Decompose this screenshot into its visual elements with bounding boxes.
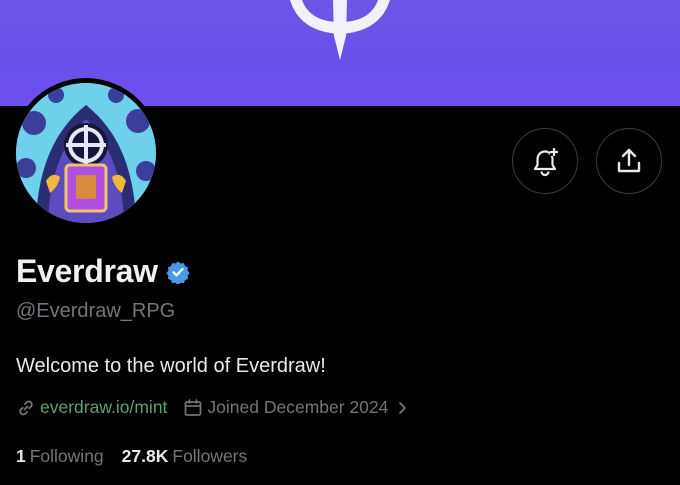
- followers-count: 27.8K: [121, 446, 169, 466]
- website-link[interactable]: everdraw.io/mint: [40, 397, 167, 418]
- profile-handle: @Everdraw_RPG: [16, 300, 176, 322]
- following-count: 1: [16, 446, 26, 466]
- share-button[interactable]: [596, 128, 662, 194]
- followers-link[interactable]: 27.8K Followers: [122, 446, 248, 467]
- link-icon: [19, 400, 33, 415]
- joined-date: Joined December 2024: [207, 397, 389, 417]
- following-link[interactable]: 1 Following: [16, 446, 104, 467]
- share-icon: [617, 148, 641, 173]
- display-name: Everdraw: [16, 253, 158, 289]
- verified-badge-icon[interactable]: [166, 260, 190, 284]
- profile-bio: Welcome to the world of Everdraw!: [16, 355, 326, 377]
- profile-meta: everdraw.io/mint Joined December 2024: [16, 397, 412, 418]
- notify-button[interactable]: [512, 128, 578, 194]
- following-label: Following: [29, 446, 104, 466]
- chevron-right-icon[interactable]: [392, 398, 412, 418]
- avatar-frame[interactable]: [11, 78, 161, 228]
- avatar-image: [16, 83, 156, 223]
- bell-plus-icon: [533, 148, 558, 177]
- name-row: Everdraw: [16, 253, 190, 290]
- followers-label: Followers: [172, 446, 248, 466]
- follow-stats: 1 Following 27.8K Followers: [16, 446, 247, 467]
- calendar-icon: [185, 398, 202, 416]
- avatar[interactable]: [16, 83, 156, 223]
